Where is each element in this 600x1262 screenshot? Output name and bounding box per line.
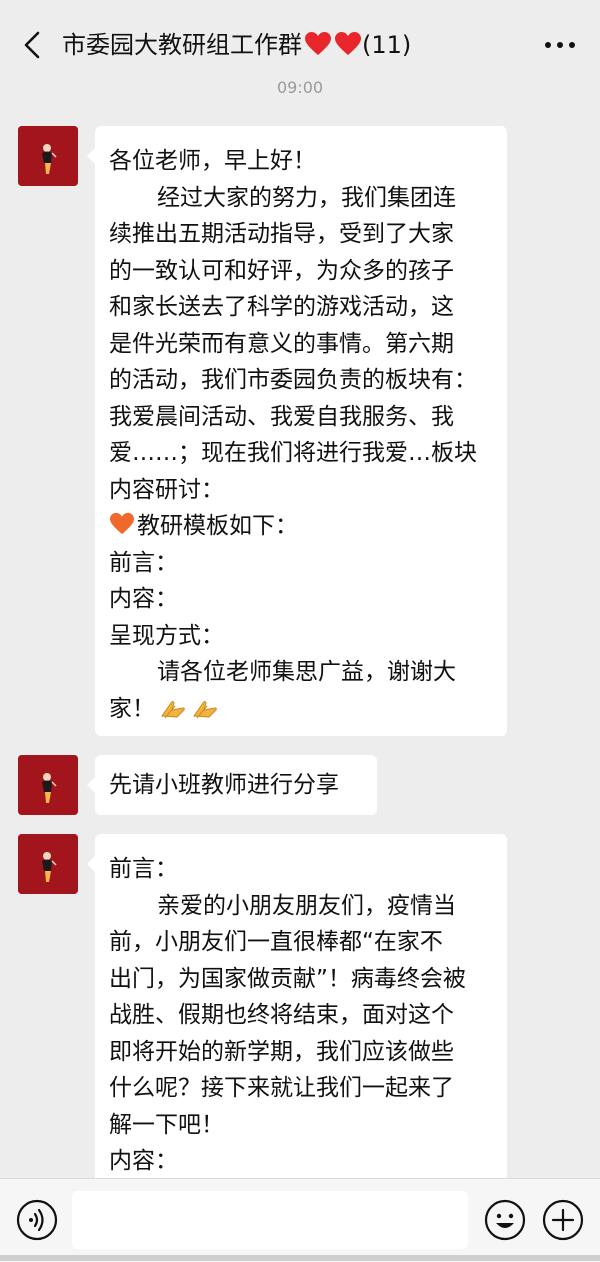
message-line: 请各位老师集思广益，谢谢大 <box>157 659 456 685</box>
chat-header: 市委园大教研组工作群 (11) <box>0 0 600 88</box>
message-bubble[interactable]: 前言： 亲爱的小朋友朋友们，疫情当 前，小朋友们一直很棒都“在家不 出门，为国家… <box>87 834 507 1194</box>
message-line: 各位老师，早上好！ <box>109 148 316 174</box>
plus-icon[interactable] <box>542 1199 584 1241</box>
avatar-figure-icon <box>18 126 78 186</box>
message-line: 的一致认可和好评，为众多的孩子 <box>109 257 454 284</box>
avatar[interactable] <box>18 834 78 894</box>
emoji-icon[interactable] <box>484 1199 526 1241</box>
message-line: 前，小朋友们一直很棒都“在家不 <box>109 929 443 955</box>
chat-title: 市委园大教研组工作群 (11) <box>62 27 411 63</box>
message-line: 爱……；现在我们将进行我爱…板块 <box>109 440 477 466</box>
message-input-bar <box>0 1178 600 1262</box>
message-line: 续推出五期活动指导，受到了大家 <box>109 221 454 247</box>
message-line: 前言： <box>109 856 178 882</box>
voice-input-icon[interactable] <box>16 1199 58 1241</box>
heart-icon <box>305 32 331 55</box>
message-bubble[interactable]: 各位老师，早上好！ 经过大家的努力，我们集团连 续推出五期活动指导，受到了大家 … <box>87 126 507 736</box>
praying-hands-icon <box>161 700 185 718</box>
message-input[interactable] <box>72 1191 468 1249</box>
bottom-edge <box>0 1255 600 1261</box>
back-icon[interactable] <box>20 30 46 60</box>
message-text: 家！ <box>109 695 155 722</box>
message-line: 内容： <box>109 586 178 612</box>
message-line: 解一下吧！ <box>109 1111 224 1138</box>
message-line-with-emoji: 家！ <box>109 691 493 728</box>
praying-hands-icon <box>193 700 217 718</box>
message-line: 出门，为国家做贡献”！病毒终会被 <box>109 965 466 992</box>
avatar-figure-icon <box>18 834 78 894</box>
message-timestamp: 09:00 <box>276 78 324 97</box>
message-bubble[interactable]: 先请小班教师进行分享 <box>87 755 377 815</box>
orange-heart-icon <box>110 512 134 535</box>
message-line: 什么呢？接下来就让我们一起来了 <box>109 1075 454 1101</box>
message-line: 内容： <box>109 1148 178 1174</box>
avatar[interactable] <box>18 755 78 815</box>
member-count: (11) <box>362 31 412 59</box>
heart-icon <box>335 32 361 55</box>
message-line: 呈现方式： <box>109 622 224 649</box>
message-line: 我爱晨间活动、我爱自我服务、我 <box>109 403 454 430</box>
message-line-with-heart: 教研模板如下： <box>109 508 493 545</box>
avatar-figure-icon <box>18 755 78 815</box>
avatar[interactable] <box>18 126 78 186</box>
message-line: 先请小班教师进行分享 <box>109 772 339 798</box>
message-text: 教研模板如下： <box>137 513 298 539</box>
message-line: 战胜、假期也终将结束，面对这个 <box>109 1002 454 1028</box>
message-line: 是件光荣而有意义的事情。第六期 <box>109 330 454 357</box>
group-name: 市委园大教研组工作群 <box>62 31 302 59</box>
message-line: 即将开始的新学期，我们应该做些 <box>109 1038 454 1065</box>
message-line: 内容研讨： <box>109 476 224 503</box>
message-line: 经过大家的努力，我们集团连 <box>157 184 456 211</box>
message-line: 的活动，我们市委园负责的板块有： <box>109 367 477 393</box>
message-line: 前言： <box>109 549 178 576</box>
message-line: 亲爱的小朋友朋友们，疫情当 <box>157 892 456 919</box>
message-line: 和家长送去了科学的游戏活动，这 <box>109 294 454 320</box>
more-options-icon[interactable] <box>540 30 580 60</box>
